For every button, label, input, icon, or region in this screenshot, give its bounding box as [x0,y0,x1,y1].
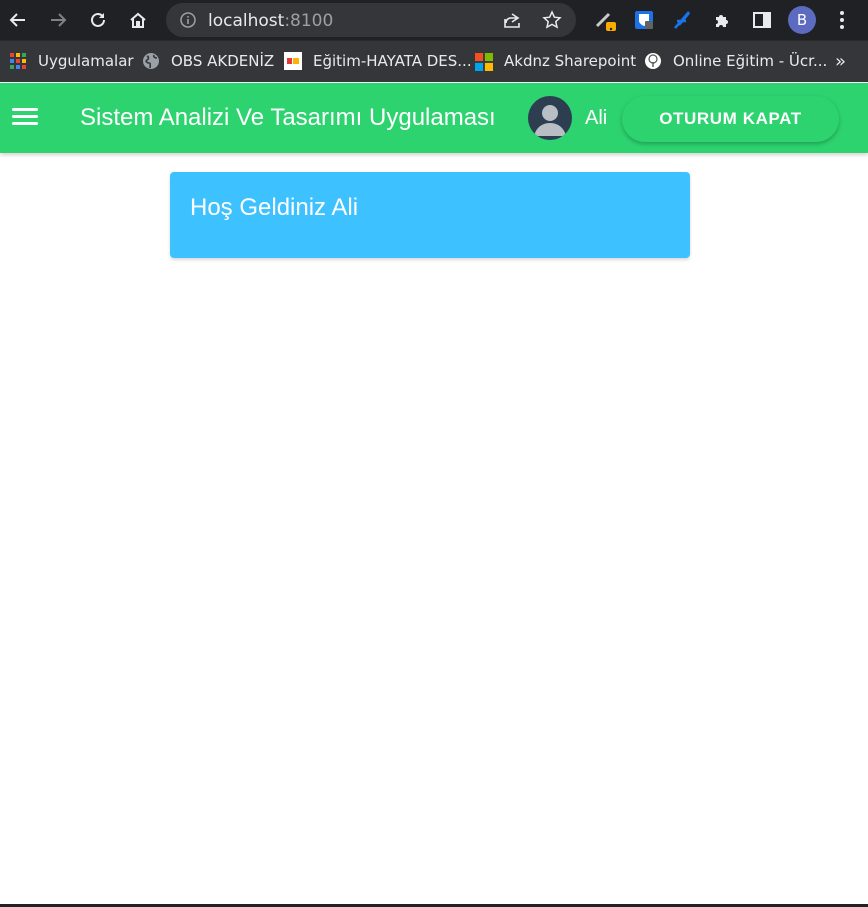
bookmarks-bar: Uygulamalar OBS AKDENİZ Eğitim-HAYATA DE… [0,40,868,82]
welcome-text: Hoş Geldiniz Ali [190,194,359,221]
pen-extension-icon[interactable] [592,6,620,34]
bookmark-label: Akdnz Sharepoint [504,52,637,70]
bookmark-apps[interactable]: Uygulamalar [9,41,134,81]
back-icon[interactable] [4,6,32,34]
tree-icon [644,52,662,70]
menu-icon[interactable] [10,104,40,132]
share-icon[interactable] [502,11,522,34]
bookmark-egitim[interactable]: Eğitim-HAYATA DES... [284,41,472,81]
browser-tab-bar: localhost:8100 B [0,0,868,40]
puzzle-icon[interactable] [708,6,736,34]
url-port: :8100 [284,11,334,31]
microsoft-icon [475,52,493,71]
welcome-card: Hoş Geldiniz Ali [170,172,690,258]
kebab-menu-icon[interactable] [828,6,856,34]
site-logo-icon [284,52,302,70]
address-bar[interactable]: localhost:8100 [166,3,576,37]
page-title: Sistem Analizi Ve Tasarımı Uygulaması [80,104,496,131]
profile-avatar[interactable]: B [788,6,816,34]
url-host: localhost [208,11,285,31]
globe-icon [142,52,160,70]
forward-icon[interactable] [44,6,72,34]
reload-icon[interactable] [84,6,112,34]
bookmark-obs[interactable]: OBS AKDENİZ [142,41,274,81]
star-icon[interactable] [542,10,562,35]
more-bookmarks-button[interactable]: » [835,41,846,81]
apps-grid-icon [9,52,27,70]
app-toolbar: Sistem Analizi Ve Tasarımı Uygulaması Al… [0,83,868,153]
home-icon[interactable] [124,6,152,34]
bookmark-label: Online Eğitim - Ücr... [673,52,828,70]
bookmark-label: OBS AKDENİZ [171,52,275,70]
user-name: Ali [585,107,608,129]
shield-extension-icon[interactable] [630,6,658,34]
feather-extension-icon[interactable] [668,6,696,34]
bookmark-label: Eğitim-HAYATA DES... [313,52,472,70]
profile-initial: B [788,6,816,34]
bookmark-label: Uygulamalar [38,52,134,70]
user-icon [534,105,566,136]
url-text: localhost:8100 [208,11,333,31]
info-icon[interactable] [180,12,196,33]
avatar [528,96,572,140]
bookmark-online-egitim[interactable]: Online Eğitim - Ücr... [644,41,827,81]
bookmark-sharepoint[interactable]: Akdnz Sharepoint [475,41,636,81]
logout-button[interactable]: OTURUM KAPAT [622,96,839,142]
side-panel-icon[interactable] [748,6,776,34]
